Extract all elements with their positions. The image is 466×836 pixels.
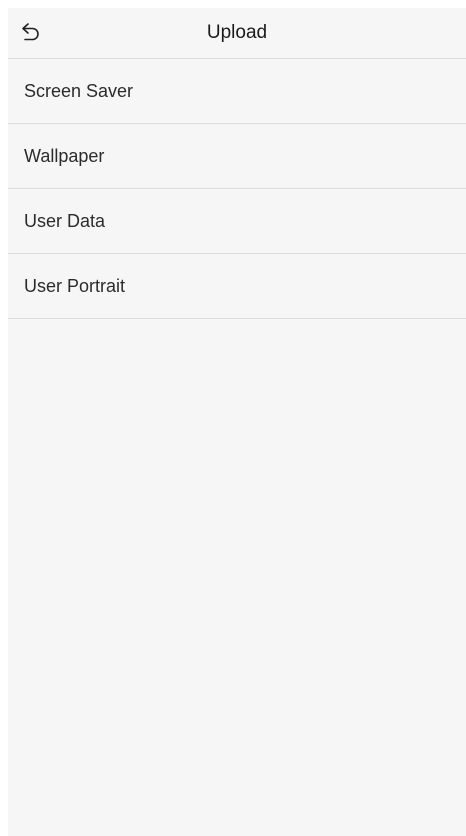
page-title: Upload — [206, 22, 268, 43]
menu-item-label: User Data — [24, 210, 106, 231]
back-button[interactable] — [18, 20, 44, 46]
upload-screen: Upload Screen Saver Wallpaper User Data … — [8, 8, 466, 836]
menu-item-label: Wallpaper — [24, 145, 105, 166]
menu-item-label: Screen Saver — [24, 80, 134, 101]
menu-item-screen-saver[interactable]: Screen Saver — [8, 59, 466, 124]
menu-item-label: User Portrait — [24, 275, 126, 296]
upload-menu-list: Screen Saver Wallpaper User Data User Po… — [8, 59, 466, 319]
menu-item-user-data[interactable]: User Data — [8, 189, 466, 254]
menu-item-wallpaper[interactable]: Wallpaper — [8, 124, 466, 189]
header-bar: Upload — [8, 8, 466, 59]
back-arrow-icon — [20, 20, 42, 47]
menu-item-user-portrait[interactable]: User Portrait — [8, 254, 466, 319]
